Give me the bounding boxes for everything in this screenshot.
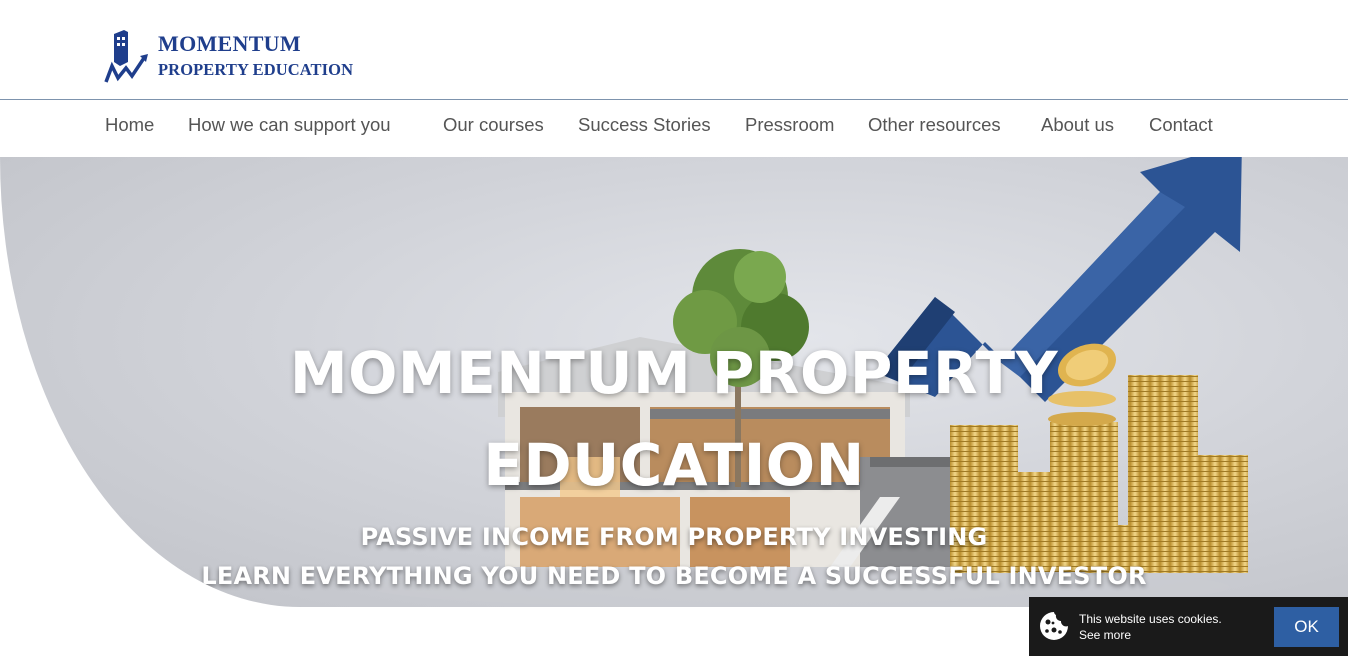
hero-title-line1: MOMENTUM PROPERTY xyxy=(289,339,1059,407)
nav-our-courses[interactable]: Our courses xyxy=(443,114,544,136)
nav-how-we-can-support-you[interactable]: How we can support you xyxy=(188,114,391,136)
nav-pressroom[interactable]: Pressroom xyxy=(745,114,834,136)
rising-chart-building-icon xyxy=(104,30,148,83)
nav-other-resources[interactable]: Other resources xyxy=(868,114,1001,136)
logo-subtitle: PROPERTY EDUCATION xyxy=(158,60,354,80)
hero-title-line2: EDUCATION xyxy=(483,431,865,499)
hero-subtitle-line2: LEARN EVERYTHING YOU NEED TO BECOME A SU… xyxy=(201,562,1147,590)
nav-home[interactable]: Home xyxy=(105,114,154,136)
nav-about-us[interactable]: About us xyxy=(1041,114,1114,136)
cookie-ok-button[interactable]: OK xyxy=(1274,607,1339,647)
main-nav: Home How we can support you Our courses … xyxy=(0,100,1348,156)
cookie-banner: This website uses cookies. See more OK xyxy=(1029,597,1348,656)
cookie-message: This website uses cookies. xyxy=(1079,612,1222,626)
cookie-see-more-link[interactable]: See more xyxy=(1079,628,1131,642)
nav-contact[interactable]: Contact xyxy=(1149,114,1213,136)
site-header: MOMENTUM PROPERTY EDUCATION xyxy=(0,0,1348,100)
hero-subtitle-line1: PASSIVE INCOME FROM PROPERTY INVESTING xyxy=(360,523,988,551)
hero-title: MOMENTUM PROPERTY EDUCATION xyxy=(224,327,1124,511)
cookie-icon xyxy=(1040,612,1068,640)
nav-success-stories[interactable]: Success Stories xyxy=(578,114,711,136)
logo-title: MOMENTUM xyxy=(158,31,301,57)
site-logo[interactable]: MOMENTUM PROPERTY EDUCATION xyxy=(104,28,384,84)
hero-banner: MOMENTUM PROPERTY EDUCATION PASSIVE INCO… xyxy=(0,157,1348,607)
